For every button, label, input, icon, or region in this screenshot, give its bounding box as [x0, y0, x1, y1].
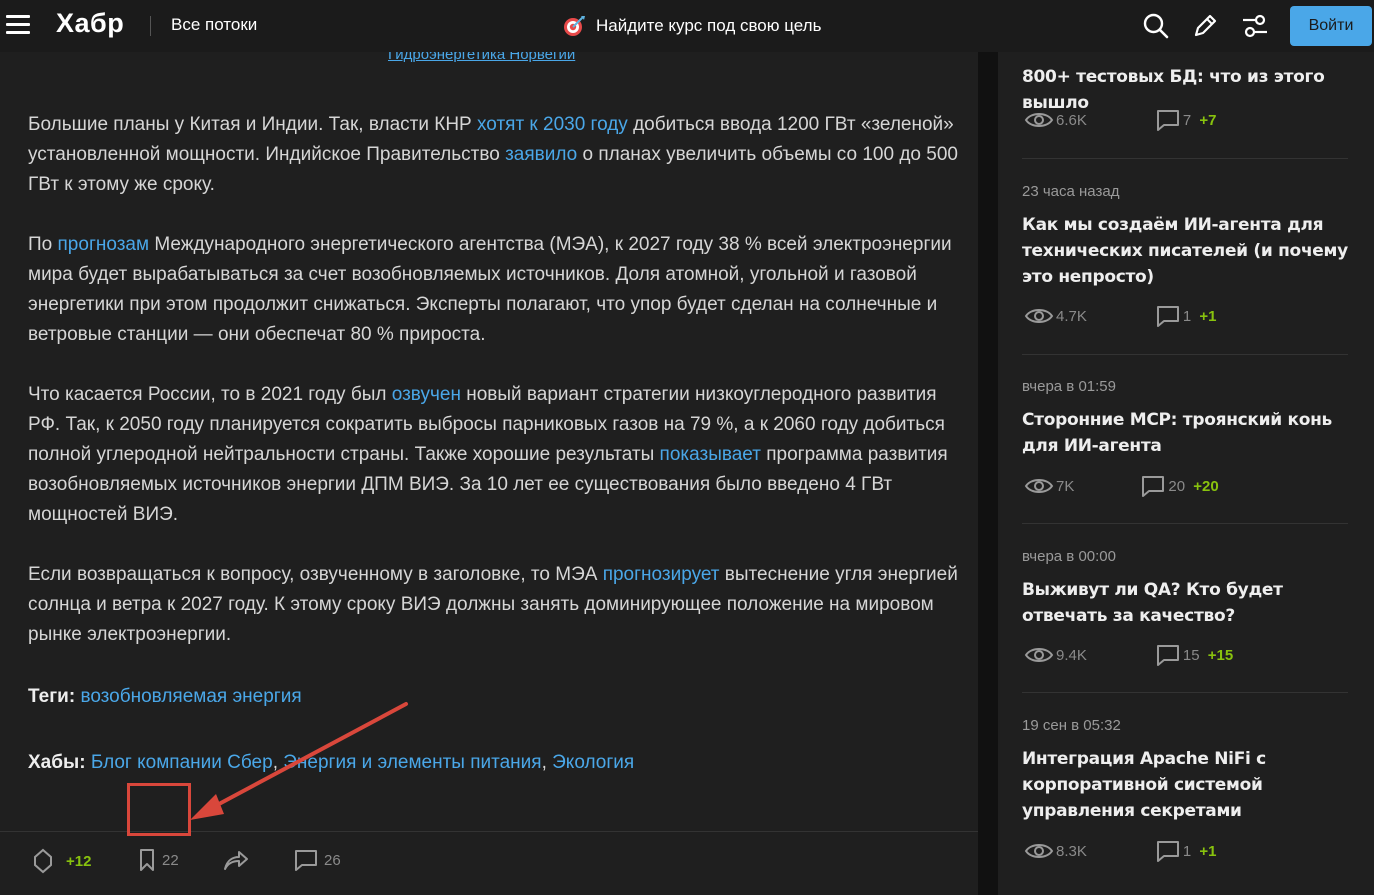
hubs-label: Хабы:	[28, 752, 86, 773]
post-time: 19 сен в 05:32	[1022, 717, 1121, 734]
article-score: +12	[66, 852, 92, 870]
hub-link-ecology[interactable]: Экология	[552, 752, 634, 773]
tag-link[interactable]: возобновляемая энергия	[80, 686, 301, 707]
share-icon	[224, 851, 248, 870]
post-title[interactable]: Сторонние MCP: троянский конь для ИИ-аге…	[1022, 407, 1348, 459]
link-voiced[interactable]: озвучен	[392, 384, 461, 405]
comment-icon	[1156, 110, 1179, 131]
article-footer: +12 22 26	[0, 831, 978, 895]
comment-icon	[295, 850, 317, 871]
post-title[interactable]: Выживут ли QA? Кто будет отвечать за кач…	[1022, 577, 1348, 629]
related-post[interactable]: 800+ тестовых БД: что из этого вышло	[1022, 52, 1348, 116]
hubs-line: Хабы: Блог компании Сбер, Энергия и элем…	[28, 752, 635, 773]
eye-icon	[1024, 479, 1054, 493]
comments-stat[interactable]: 15 +15	[1155, 643, 1233, 667]
paragraph-1: Большие планы у Китая и Индии. Так, влас…	[28, 114, 958, 195]
post-stats: 7K 20 +20	[1024, 474, 1219, 498]
settings-icon[interactable]	[1240, 11, 1270, 41]
views-stat: 8.3K	[1024, 840, 1087, 862]
link-announced[interactable]: заявило	[505, 144, 577, 165]
top-navbar: Хабр Все потоки Найдите курс под свою це…	[0, 0, 1374, 52]
post-time: вчера в 01:59	[1022, 378, 1116, 395]
sidebar-related-posts: 800+ тестовых БД: что из этого вышло 6.6…	[998, 52, 1374, 895]
comments-count: 26	[324, 851, 341, 869]
post-stats: 8.3K 1 +1	[1024, 839, 1216, 863]
link-predicts[interactable]: прогнозирует	[603, 564, 720, 585]
comment-icon	[1156, 841, 1179, 862]
views-stat: 7K	[1024, 475, 1074, 497]
article-body: Гидроэнергетика Норвегии Большие планы у…	[0, 52, 978, 895]
bookmark-icon	[140, 849, 154, 871]
promo-link[interactable]: Найдите курс под свою цель	[562, 14, 821, 38]
tags-line: Теги: возобновляемая энергия	[28, 686, 302, 708]
link-forecasts[interactable]: прогнозам	[58, 234, 150, 255]
pencil-icon[interactable]	[1190, 11, 1220, 41]
post-time: вчера в 00:00	[1022, 548, 1116, 565]
share-button[interactable]	[222, 848, 250, 872]
comments-stat[interactable]: 1 +1	[1155, 304, 1216, 328]
post-stats: 9.4K 15 +15	[1024, 643, 1233, 667]
target-icon	[564, 16, 585, 36]
comments-stat[interactable]: 7 +7	[1155, 108, 1216, 132]
link-shows[interactable]: показывает	[660, 444, 761, 465]
comments-button[interactable]: 26	[294, 848, 341, 872]
all-streams-link[interactable]: Все потоки	[171, 15, 257, 35]
eye-icon	[1024, 113, 1054, 127]
eye-icon	[1024, 844, 1054, 858]
post-title[interactable]: Как мы создаём ИИ-агента для технических…	[1022, 212, 1348, 290]
post-title[interactable]: Интеграция Apache NiFi с корпоративной с…	[1022, 746, 1348, 824]
eye-icon	[1024, 648, 1054, 662]
hub-link-sber[interactable]: Блог компании Сбер	[91, 752, 273, 773]
views-stat: 6.6K	[1024, 109, 1087, 131]
login-button[interactable]: Войти	[1290, 6, 1372, 46]
views-stat: 9.4K	[1024, 644, 1087, 666]
image-caption-link[interactable]: Гидроэнергетика Норвегии	[388, 52, 575, 63]
divider	[1022, 692, 1348, 693]
divider	[1022, 354, 1348, 355]
hub-link-energy[interactable]: Энергия и элементы питания	[283, 752, 541, 773]
related-post[interactable]: 19 сен в 05:32 Интеграция Apache NiFi с …	[1022, 717, 1348, 824]
divider	[1022, 158, 1348, 159]
paragraph-3: Что касается России, то в 2021 году был …	[28, 384, 948, 525]
bookmark-count: 22	[162, 851, 179, 869]
related-post[interactable]: вчера в 00:00 Выживут ли QA? Кто будет о…	[1022, 548, 1348, 629]
bookmark-button[interactable]: 22	[138, 848, 179, 872]
search-icon[interactable]	[1141, 11, 1171, 41]
annotation-highlight-box	[127, 783, 191, 836]
post-stats: 4.7K 1 +1	[1024, 304, 1216, 328]
paragraph-2: По прогнозам Международного энергетическ…	[28, 234, 952, 345]
post-stats: 6.6K 7 +7	[1024, 108, 1216, 132]
vote-widget[interactable]: +12	[32, 848, 91, 874]
divider	[1022, 523, 1348, 524]
post-time: 23 часа назад	[1022, 183, 1120, 200]
habr-logo[interactable]: Хабр	[56, 8, 124, 39]
comments-stat[interactable]: 1 +1	[1155, 839, 1216, 863]
comments-stat[interactable]: 20 +20	[1140, 474, 1219, 498]
comment-icon	[1142, 476, 1165, 497]
related-post[interactable]: вчера в 01:59 Сторонние MCP: троянский к…	[1022, 378, 1348, 459]
promo-text: Найдите курс под свою цель	[596, 16, 822, 35]
paragraph-4: Если возвращаться к вопросу, озвученному…	[28, 564, 958, 645]
related-post[interactable]: 23 часа назад Как мы создаём ИИ-агента д…	[1022, 183, 1348, 290]
divider	[150, 16, 151, 36]
link-2030[interactable]: хотят к 2030 году	[477, 114, 628, 135]
comment-icon	[1156, 306, 1179, 327]
tags-label: Теги:	[28, 686, 76, 707]
rating-icon[interactable]	[32, 848, 54, 874]
views-stat: 4.7K	[1024, 305, 1087, 327]
comment-icon	[1156, 645, 1179, 666]
menu-icon[interactable]	[6, 15, 30, 35]
eye-icon	[1024, 309, 1054, 323]
